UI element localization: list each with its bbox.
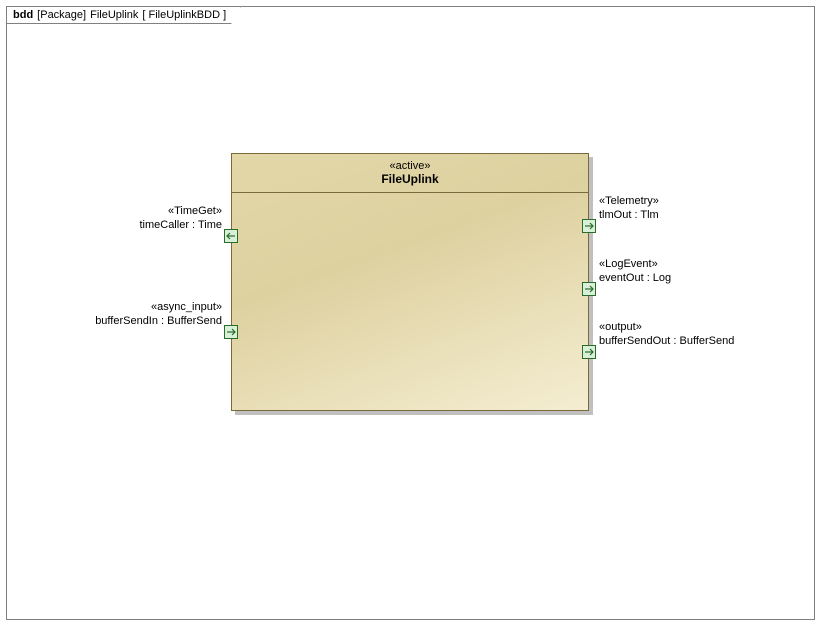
diagram-frame: bdd [Package] FileUplink [ FileUplinkBDD…	[6, 6, 815, 620]
port-buffersendout[interactable]	[582, 345, 596, 359]
arrow-right-icon	[584, 285, 594, 293]
frame-title-tab: bdd [Package] FileUplink [ FileUplinkBDD…	[6, 6, 241, 24]
port-name-type: bufferSendIn : BufferSend	[55, 315, 222, 329]
port-label-buffersendout: «output» bufferSendOut : BufferSend	[599, 321, 734, 349]
port-timecaller[interactable]	[224, 229, 238, 243]
block-header: «active» FileUplink	[232, 154, 588, 193]
port-label-buffersendin: «async_input» bufferSendIn : BufferSend	[55, 301, 222, 329]
port-name-type: eventOut : Log	[599, 272, 671, 286]
port-label-timecaller: «TimeGet» timeCaller : Time	[67, 205, 222, 233]
port-label-tlmout: «Telemetry» tlmOut : Tlm	[599, 195, 659, 223]
port-name-type: tlmOut : Tlm	[599, 209, 659, 223]
port-stereotype: «async_input»	[55, 301, 222, 315]
arrow-left-icon	[226, 232, 236, 240]
block-fileuplink[interactable]: «active» FileUplink	[231, 153, 589, 411]
port-buffersendin[interactable]	[224, 325, 238, 339]
port-name-type: bufferSendOut : BufferSend	[599, 335, 734, 349]
port-stereotype: «LogEvent»	[599, 258, 671, 272]
arrow-right-icon	[226, 328, 236, 336]
port-stereotype: «TimeGet»	[67, 205, 222, 219]
port-stereotype: «output»	[599, 321, 734, 335]
frame-diagram-name: [ FileUplinkBDD ]	[142, 9, 226, 21]
frame-kind-abbrev: bdd	[13, 9, 33, 21]
arrow-right-icon	[584, 348, 594, 356]
port-name-type: timeCaller : Time	[67, 219, 222, 233]
block-name: FileUplink	[236, 172, 584, 186]
block-stereotype: «active»	[236, 160, 584, 172]
arrow-right-icon	[584, 222, 594, 230]
port-label-eventout: «LogEvent» eventOut : Log	[599, 258, 671, 286]
frame-package-name: FileUplink	[90, 9, 138, 21]
port-stereotype: «Telemetry»	[599, 195, 659, 209]
frame-kind-full: [Package]	[37, 9, 86, 21]
port-eventout[interactable]	[582, 282, 596, 296]
port-tlmout[interactable]	[582, 219, 596, 233]
